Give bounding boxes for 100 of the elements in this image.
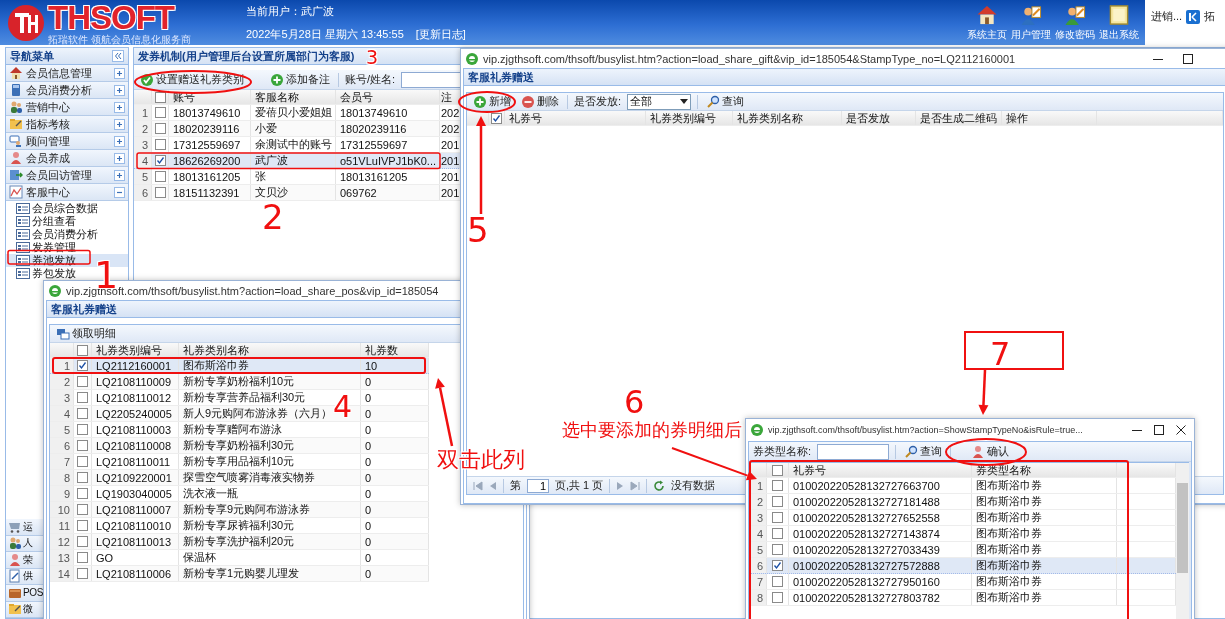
claim-details-button[interactable]: 领取明细 xyxy=(54,326,118,341)
person-icon xyxy=(9,151,23,165)
checkbox[interactable] xyxy=(491,112,502,124)
app-tile-icon[interactable] xyxy=(1186,9,1201,24)
checkbox[interactable] xyxy=(154,123,166,134)
checkbox[interactable] xyxy=(77,424,88,435)
query-button[interactable]: 查询 xyxy=(704,94,747,109)
checkbox[interactable] xyxy=(77,344,88,356)
checkbox[interactable] xyxy=(772,592,783,603)
checkbox[interactable] xyxy=(772,496,783,507)
menu-group[interactable]: 运 xyxy=(23,519,33,534)
menu-item[interactable]: 会员综合数据 xyxy=(6,202,128,215)
last-page-icon[interactable] xyxy=(630,480,641,491)
expand-icon[interactable] xyxy=(114,118,125,130)
menu-group[interactable]: POS xyxy=(23,587,44,599)
checkbox[interactable] xyxy=(77,376,88,387)
page-field[interactable]: 1 xyxy=(527,478,549,493)
table-cell: 0 xyxy=(361,486,429,501)
expand-icon[interactable] xyxy=(114,67,125,79)
annotation-note: 双击此列 xyxy=(437,449,525,471)
checkbox[interactable] xyxy=(77,488,88,499)
menu-item[interactable]: 分组查看 xyxy=(6,215,128,228)
column-header[interactable]: 礼券号 xyxy=(505,111,646,125)
header-action[interactable]: 用户管理 xyxy=(1011,28,1051,42)
refresh-icon[interactable] xyxy=(653,479,666,492)
update-log-link[interactable]: [更新日志] xyxy=(415,26,466,42)
collapse-icon[interactable] xyxy=(114,186,125,198)
checkbox[interactable] xyxy=(154,107,166,118)
expand-icon[interactable] xyxy=(114,152,125,164)
checkbox[interactable] xyxy=(77,552,88,563)
column-header[interactable]: 是否生成二维码 xyxy=(916,111,1002,125)
set-coupon-type-button[interactable]: 设置赠送礼券类别 xyxy=(138,72,246,87)
checkbox[interactable] xyxy=(77,472,88,483)
table-cell: 新粉专享1元购婴儿理发 xyxy=(179,566,361,581)
checkbox[interactable] xyxy=(154,91,166,103)
checkbox[interactable] xyxy=(772,480,783,491)
add-button[interactable]: 新增 xyxy=(471,94,513,109)
expand-icon[interactable] xyxy=(114,169,125,181)
app-shortcut[interactable]: 拓 xyxy=(1204,9,1216,24)
sidebar-title: 导航菜单 xyxy=(10,48,54,64)
type-name-field[interactable] xyxy=(817,443,890,460)
expand-icon[interactable] xyxy=(114,135,125,147)
checkbox[interactable] xyxy=(77,360,88,371)
checkbox[interactable] xyxy=(772,576,783,587)
table-cell: 0 xyxy=(361,518,429,533)
menu-group[interactable]: 微 xyxy=(23,602,33,617)
checkbox[interactable] xyxy=(772,544,783,555)
checkbox[interactable] xyxy=(77,440,88,451)
first-page-icon[interactable] xyxy=(473,480,483,491)
table-cell: 0 xyxy=(361,550,429,565)
expand-icon[interactable] xyxy=(114,101,125,113)
column-header[interactable]: 礼券号 xyxy=(789,463,972,477)
panel-title: 发券机制(用户管理后台设置所属部门为客服) xyxy=(138,48,355,64)
checkbox[interactable] xyxy=(772,528,783,539)
confirm-button[interactable]: 确认 xyxy=(969,444,1012,459)
column-header[interactable]: 礼券类别编号 xyxy=(646,111,733,125)
column-header[interactable]: 操作 xyxy=(1002,111,1097,125)
column-header[interactable]: 礼券类别名称 xyxy=(179,343,361,357)
checkbox[interactable] xyxy=(154,139,166,150)
filter-label: 券类型名称: xyxy=(753,444,812,459)
column-header[interactable]: 礼券数 xyxy=(361,343,429,357)
add-note-button[interactable]: 添加备注 xyxy=(268,72,332,87)
menu-group[interactable]: 人 xyxy=(23,536,33,551)
maximize-icon[interactable] xyxy=(1153,424,1165,436)
column-header[interactable]: 会员号 xyxy=(336,90,440,104)
checkbox[interactable] xyxy=(772,512,783,523)
column-header[interactable]: 是否发放 xyxy=(842,111,916,125)
checkbox[interactable] xyxy=(77,504,88,515)
menu-item[interactable]: 会员消费分析 xyxy=(6,228,128,241)
checkbox[interactable] xyxy=(772,464,783,476)
close-icon[interactable] xyxy=(1175,424,1187,436)
checkbox[interactable] xyxy=(772,560,783,571)
query-button[interactable]: 查询 xyxy=(902,444,945,459)
checkbox[interactable] xyxy=(154,171,166,182)
checkbox[interactable] xyxy=(77,408,88,419)
header-action[interactable]: 系统主页 xyxy=(967,28,1007,42)
checkbox[interactable] xyxy=(154,155,166,166)
checkbox[interactable] xyxy=(77,536,88,547)
column-header[interactable]: 券类型名称 xyxy=(972,463,1117,477)
expand-icon[interactable] xyxy=(114,84,125,96)
checkbox[interactable] xyxy=(77,568,88,579)
header-action[interactable]: 退出系统 xyxy=(1099,28,1139,42)
column-header[interactable]: 客服名称 xyxy=(251,90,336,104)
menu-group[interactable]: 供 xyxy=(23,569,33,584)
menu-group[interactable]: 荣 xyxy=(23,552,33,567)
column-header[interactable]: 礼券类别编号 xyxy=(92,343,179,357)
header-action[interactable]: 修改密码 xyxy=(1055,28,1095,42)
maximize-icon[interactable] xyxy=(1182,52,1194,65)
issued-select[interactable]: 全部 xyxy=(627,93,692,110)
scrollbar[interactable] xyxy=(1176,463,1189,619)
checkbox[interactable] xyxy=(154,187,166,198)
checkbox[interactable] xyxy=(77,520,88,531)
previous-page-icon[interactable] xyxy=(489,480,497,491)
collapse-icon[interactable] xyxy=(112,50,124,62)
delete-button[interactable]: 删除 xyxy=(519,94,561,109)
next-page-icon[interactable] xyxy=(616,480,625,491)
checkbox[interactable] xyxy=(77,456,88,467)
app-shortcut[interactable]: 进销... xyxy=(1151,9,1183,24)
checkbox[interactable] xyxy=(77,392,88,403)
column-header[interactable]: 礼券类别名称 xyxy=(733,111,842,125)
